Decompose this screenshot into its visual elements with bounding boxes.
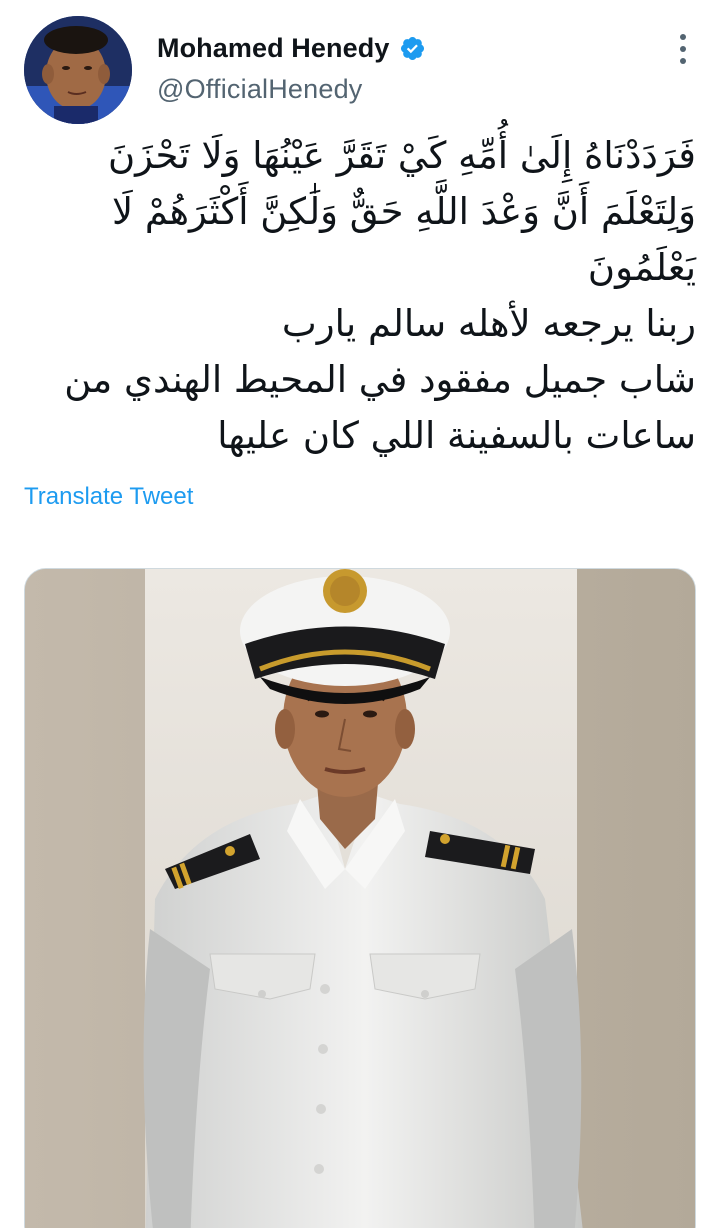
tweet-text-line: ساعات بالسفينة اللي كان عليها [217, 414, 696, 457]
tweet-text-line: يَعْلَمُونَ [587, 246, 696, 289]
tweet-text: فَرَدَدْنَاهُ إِلَىٰ أُمِّهِ كَيْ تَقَرَ… [24, 128, 696, 464]
profile-photo-icon [24, 16, 132, 124]
photo-young-officer-in-white-uniform-icon [25, 569, 695, 1228]
more-vertical-icon[interactable] [671, 32, 695, 66]
author-block: Mohamed Henedy @OfficialHenedy [157, 28, 426, 105]
display-name-row: Mohamed Henedy [157, 28, 426, 68]
more-dot-icon [680, 46, 686, 52]
tweet-text-line: وَلِتَعْلَمَ أَنَّ وَعْدَ اللَّهِ حَقٌّ … [112, 190, 696, 233]
handle[interactable]: @OfficialHenedy [157, 74, 426, 105]
tweet-header: Mohamed Henedy @OfficialHenedy [24, 16, 695, 126]
display-name[interactable]: Mohamed Henedy [157, 33, 389, 64]
tweet-photo[interactable] [24, 568, 696, 1228]
tweet-text-line: شاب جميل مفقود في المحيط الهندي من [64, 358, 696, 401]
more-dot-icon [680, 34, 686, 40]
avatar[interactable] [24, 16, 132, 124]
tweet-text-line: ربنا يرجعه لأهله سالم يارب [281, 302, 696, 345]
more-dot-icon [680, 58, 686, 64]
tweet-text-line: فَرَدَدْنَاهُ إِلَىٰ أُمِّهِ كَيْ تَقَرَ… [107, 134, 696, 177]
translate-tweet-link[interactable]: Translate Tweet [24, 483, 193, 511]
verified-badge-icon [399, 35, 426, 62]
